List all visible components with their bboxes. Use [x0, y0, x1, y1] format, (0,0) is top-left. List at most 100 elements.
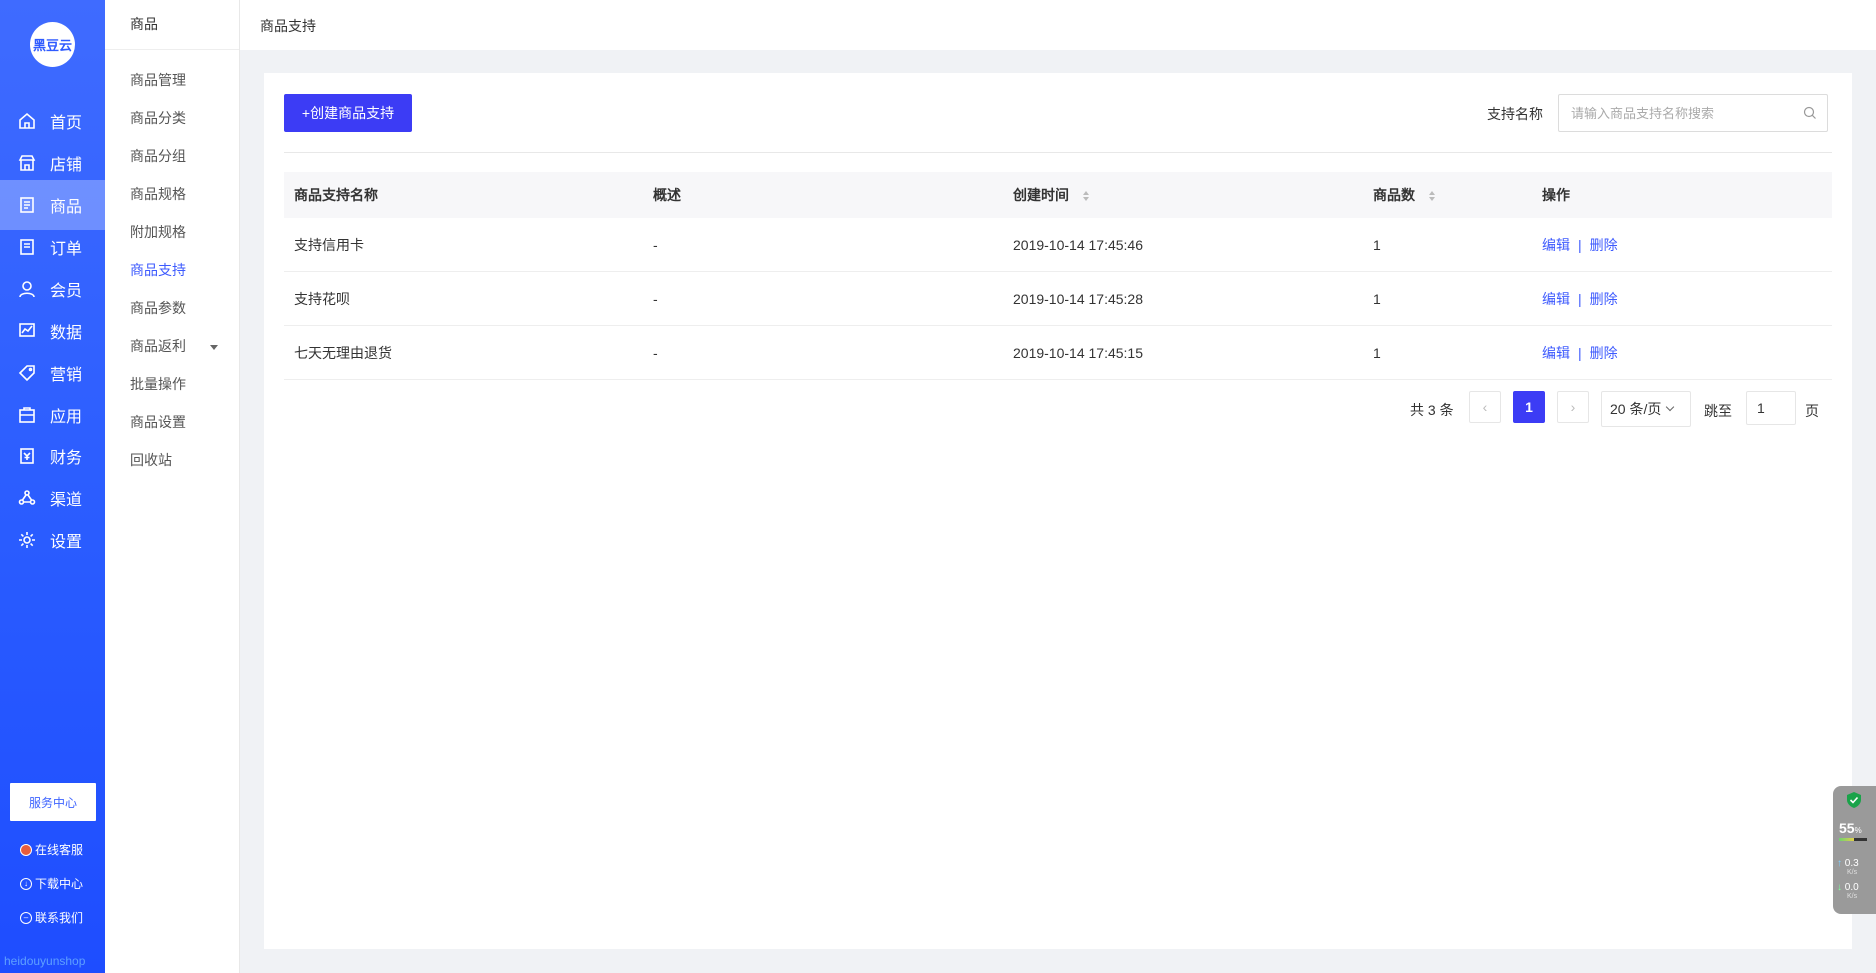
- nav-label: 营销: [50, 367, 83, 384]
- download-speed: ↓ 0.0 K/s: [1837, 882, 1859, 900]
- table-header: 商品支持名称 概述 创建时间 商品数 操作: [284, 172, 1832, 218]
- table-row: 七天无理由退货 - 2019-10-14 17:45:15 1 编辑 | 删除: [284, 326, 1832, 380]
- col-action-header: 操作: [1542, 187, 1570, 203]
- contact-us-link[interactable]: – 联系我们: [20, 909, 83, 926]
- main-sidebar: 黑豆云 首页 店铺 商品 订单 会员 数据 营销 应用 财务 渠道 设置 服务中…: [0, 0, 105, 973]
- download-center-label: 下载中心: [35, 877, 84, 891]
- sub-item-goods-group[interactable]: 商品分组: [130, 146, 186, 166]
- edit-link[interactable]: 编辑: [1542, 291, 1570, 307]
- network-monitor-widget[interactable]: 55% ↑ 0.3 K/s ↓ 0.0 K/s: [1833, 786, 1876, 914]
- col-created-label: 创建时间: [1013, 187, 1069, 203]
- search-icon[interactable]: [1803, 106, 1817, 120]
- prev-page-button[interactable]: ‹: [1469, 391, 1501, 423]
- order-icon: [18, 238, 36, 256]
- contact-us-label: 联系我们: [35, 911, 84, 925]
- edit-link[interactable]: 编辑: [1542, 237, 1570, 253]
- col-desc-header: 概述: [653, 187, 681, 203]
- delete-link[interactable]: 删除: [1590, 345, 1618, 361]
- headset-icon: [20, 843, 32, 856]
- cell-count: 1: [1373, 290, 1381, 307]
- chat-icon: –: [20, 911, 32, 924]
- pagination-total: 共 3 条: [1410, 402, 1454, 418]
- sort-icon[interactable]: [1082, 191, 1089, 202]
- jump-page-input[interactable]: [1746, 391, 1796, 425]
- brand-footer: heidouyunshop: [4, 954, 86, 968]
- cell-created: 2019-10-14 17:45:28: [1013, 290, 1143, 307]
- edit-link[interactable]: 编辑: [1542, 345, 1570, 361]
- search-input[interactable]: [1559, 95, 1789, 131]
- action-separator: |: [1578, 344, 1582, 361]
- service-center-button[interactable]: 服务中心: [10, 783, 96, 821]
- action-separator: |: [1578, 290, 1582, 307]
- col-created-header[interactable]: 创建时间: [1003, 185, 1363, 205]
- cell-desc: -: [653, 290, 658, 307]
- arrow-up-icon: ↑: [1837, 858, 1842, 869]
- nav-item-settings[interactable]: 设置: [0, 515, 105, 565]
- shop-icon: [18, 154, 36, 172]
- brand-logo[interactable]: 黑豆云: [30, 22, 75, 67]
- sub-item-goods-rebate[interactable]: 商品返利: [130, 336, 186, 356]
- nav-label: 店铺: [50, 157, 83, 174]
- goods-icon: [18, 196, 36, 214]
- home-icon: [18, 112, 36, 130]
- content-card: +创建商品支持 支持名称 商品支持名称 概述 创建时间 商品数 操作 支持信用卡…: [264, 73, 1852, 949]
- table-row: 支持花呗 - 2019-10-14 17:45:28 1 编辑 | 删除: [284, 272, 1832, 326]
- col-count-label: 商品数: [1373, 187, 1415, 203]
- nav-label: 渠道: [50, 492, 83, 509]
- sub-item-goods-manage[interactable]: 商品管理: [130, 70, 186, 90]
- jump-label: 跳至: [1704, 403, 1732, 419]
- nav-label: 商品: [50, 199, 83, 216]
- page-size-select[interactable]: 20 条/页: [1601, 391, 1691, 427]
- upload-speed-value: 0.3: [1844, 858, 1859, 869]
- sub-item-recycle-bin[interactable]: 回收站: [130, 450, 172, 470]
- online-service-link[interactable]: 在线客服: [20, 841, 83, 858]
- sub-item-goods-support[interactable]: 商品支持: [130, 260, 186, 280]
- sub-sidebar-title: 商品: [105, 0, 239, 50]
- cell-count: 1: [1373, 344, 1381, 361]
- cell-name: 支持花呗: [294, 290, 350, 307]
- memory-percent-unit: %: [1854, 826, 1862, 835]
- create-goods-support-button[interactable]: +创建商品支持: [284, 94, 412, 132]
- delete-link[interactable]: 删除: [1590, 237, 1618, 253]
- chevron-down-icon[interactable]: [210, 345, 218, 350]
- sub-item-goods-settings[interactable]: 商品设置: [130, 412, 186, 432]
- col-count-header[interactable]: 商品数: [1363, 185, 1532, 205]
- channel-icon: [18, 489, 36, 507]
- online-service-label: 在线客服: [35, 843, 84, 857]
- cell-name: 七天无理由退货: [294, 344, 392, 361]
- col-name-header: 商品支持名称: [294, 187, 378, 203]
- cell-created: 2019-10-14 17:45:15: [1013, 344, 1143, 361]
- nav-label: 数据: [50, 325, 83, 342]
- upload-speed: ↑ 0.3 K/s: [1837, 858, 1859, 876]
- nav-label: 会员: [50, 283, 83, 300]
- sub-item-extra-spec[interactable]: 附加规格: [130, 222, 186, 242]
- search-box: [1558, 94, 1828, 132]
- sub-item-goods-params[interactable]: 商品参数: [130, 298, 186, 318]
- action-separator: |: [1578, 236, 1582, 253]
- search-label: 支持名称: [1487, 106, 1543, 122]
- download-icon: ↓: [20, 877, 32, 890]
- pagination: 共 3 条 ‹ 1 › 20 条/页 跳至 页: [264, 391, 1852, 427]
- arrow-down-icon: ↓: [1837, 882, 1842, 893]
- chart-icon: [18, 322, 36, 340]
- cell-created: 2019-10-14 17:45:46: [1013, 236, 1143, 253]
- page-1-button[interactable]: 1: [1513, 391, 1545, 423]
- cell-name: 支持信用卡: [294, 236, 364, 253]
- sub-item-batch-ops[interactable]: 批量操作: [130, 374, 186, 394]
- top-bar: 商品支持: [240, 0, 1876, 50]
- nav-label: 首页: [50, 115, 83, 132]
- sub-item-goods-spec[interactable]: 商品规格: [130, 184, 186, 204]
- next-page-button[interactable]: ›: [1557, 391, 1589, 423]
- chevron-down-icon: [1666, 402, 1675, 412]
- support-table: 商品支持名称 概述 创建时间 商品数 操作 支持信用卡 - 2019-10-14…: [284, 172, 1832, 380]
- sub-item-goods-category[interactable]: 商品分类: [130, 108, 186, 128]
- tag-icon: [18, 364, 36, 382]
- sort-icon[interactable]: [1428, 191, 1435, 202]
- memory-bar: [1839, 838, 1867, 841]
- cell-actions: 编辑 | 删除: [1532, 289, 1832, 309]
- member-icon: [18, 280, 36, 298]
- cell-actions: 编辑 | 删除: [1532, 235, 1832, 255]
- upload-speed-unit: K/s: [1847, 869, 1858, 876]
- delete-link[interactable]: 删除: [1590, 291, 1618, 307]
- download-center-link[interactable]: ↓ 下载中心: [20, 875, 83, 892]
